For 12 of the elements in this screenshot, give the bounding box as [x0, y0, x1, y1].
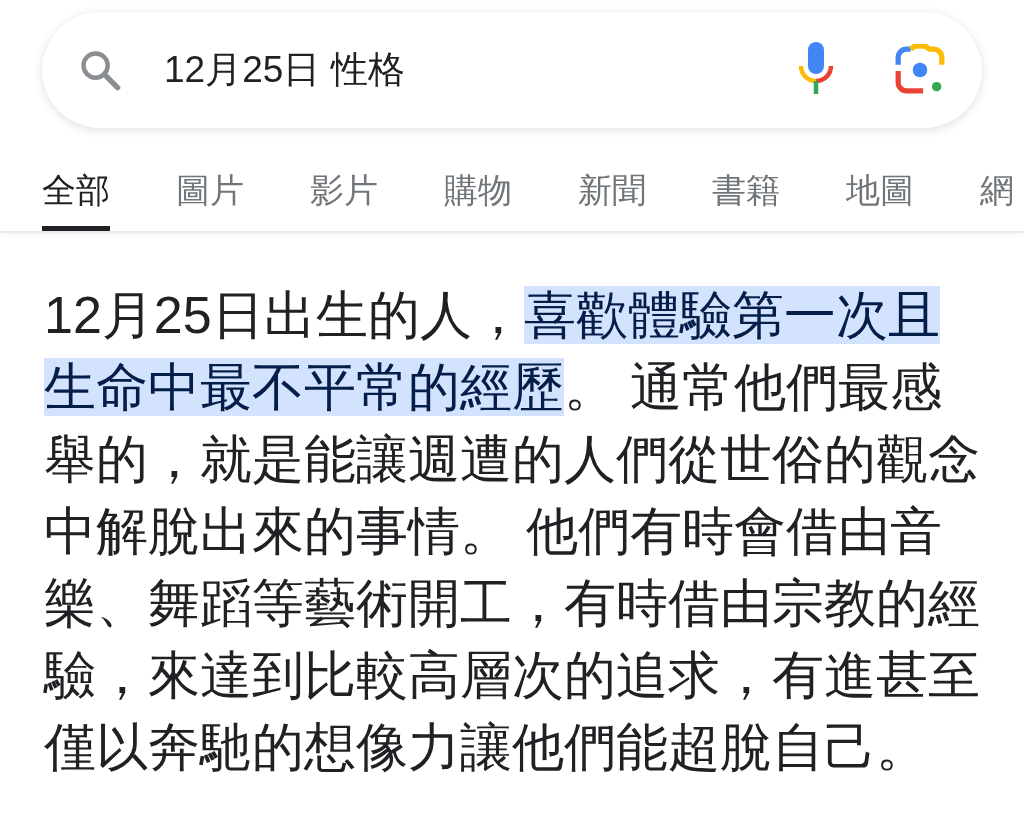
result-snippet: 12月25日出生的人，喜歡體驗第一次且生命中最不平常的經歷。 通常他們最感舉的，就是能讓週遭的人們從世俗的觀念中解脫出來的事情。 他們有時會借由音樂、舞蹈等藝術開工，有時借由宗教的經驗，來達到比較高層次的追求，有進甚至僅以奔馳的想像力讓他們能超脫自己。 — [44, 285, 980, 778]
tab[interactable]: 影片 — [310, 164, 378, 231]
search-icon — [78, 48, 122, 92]
tab[interactable]: 購物 — [444, 164, 512, 231]
camera-icon[interactable] — [894, 44, 946, 96]
search-field[interactable]: 12月25日 性格 — [164, 49, 796, 91]
tab[interactable]: 圖片 — [176, 164, 244, 231]
tab[interactable]: 新聞 — [578, 164, 646, 231]
tab[interactable]: 地圖 — [846, 164, 914, 231]
tab[interactable]: 網 — [980, 164, 1014, 231]
tab[interactable]: 全部 — [42, 164, 110, 231]
tab[interactable]: 書籍 — [712, 164, 780, 231]
